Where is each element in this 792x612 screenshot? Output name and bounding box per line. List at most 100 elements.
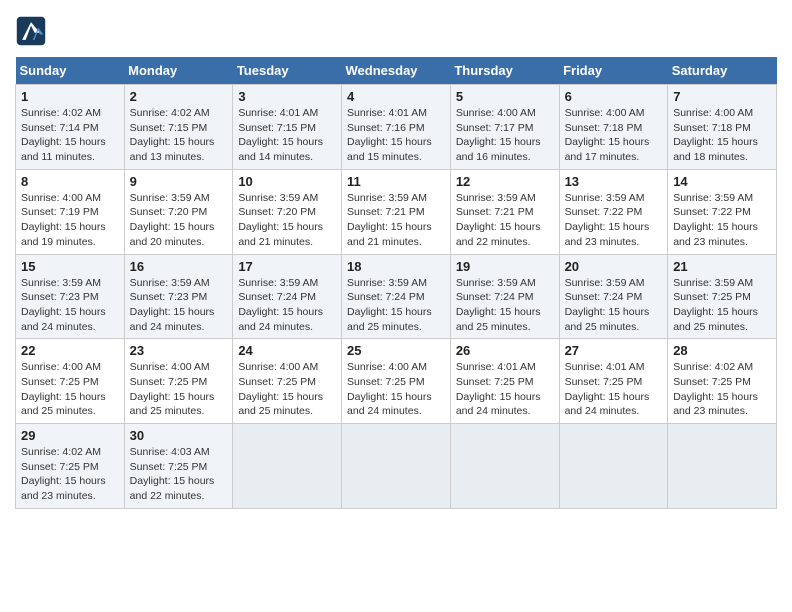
day-number: 17 <box>238 259 336 274</box>
calendar-cell: 25 Sunrise: 4:00 AMSunset: 7:25 PMDaylig… <box>342 339 451 424</box>
day-detail: Sunrise: 4:00 AMSunset: 7:18 PMDaylight:… <box>673 107 758 163</box>
day-detail: Sunrise: 3:59 AMSunset: 7:23 PMDaylight:… <box>21 277 106 333</box>
day-number: 14 <box>673 174 771 189</box>
calendar-cell: 28 Sunrise: 4:02 AMSunset: 7:25 PMDaylig… <box>668 339 777 424</box>
day-number: 27 <box>565 343 663 358</box>
header-monday: Monday <box>124 57 233 85</box>
calendar-cell: 4 Sunrise: 4:01 AMSunset: 7:16 PMDayligh… <box>342 85 451 170</box>
calendar-cell: 26 Sunrise: 4:01 AMSunset: 7:25 PMDaylig… <box>450 339 559 424</box>
calendar-cell <box>668 424 777 509</box>
calendar-cell: 23 Sunrise: 4:00 AMSunset: 7:25 PMDaylig… <box>124 339 233 424</box>
calendar-table: SundayMondayTuesdayWednesdayThursdayFrid… <box>15 57 777 509</box>
calendar-cell: 21 Sunrise: 3:59 AMSunset: 7:25 PMDaylig… <box>668 254 777 339</box>
calendar-cell: 8 Sunrise: 4:00 AMSunset: 7:19 PMDayligh… <box>16 169 125 254</box>
day-detail: Sunrise: 4:00 AMSunset: 7:25 PMDaylight:… <box>21 361 106 417</box>
day-detail: Sunrise: 4:02 AMSunset: 7:15 PMDaylight:… <box>130 107 215 163</box>
day-number: 19 <box>456 259 554 274</box>
calendar-cell: 20 Sunrise: 3:59 AMSunset: 7:24 PMDaylig… <box>559 254 668 339</box>
day-number: 9 <box>130 174 228 189</box>
week-row-2: 8 Sunrise: 4:00 AMSunset: 7:19 PMDayligh… <box>16 169 777 254</box>
day-detail: Sunrise: 3:59 AMSunset: 7:25 PMDaylight:… <box>673 277 758 333</box>
calendar-cell: 29 Sunrise: 4:02 AMSunset: 7:25 PMDaylig… <box>16 424 125 509</box>
header-row: SundayMondayTuesdayWednesdayThursdayFrid… <box>16 57 777 85</box>
calendar-cell: 27 Sunrise: 4:01 AMSunset: 7:25 PMDaylig… <box>559 339 668 424</box>
calendar-cell: 14 Sunrise: 3:59 AMSunset: 7:22 PMDaylig… <box>668 169 777 254</box>
calendar-cell <box>342 424 451 509</box>
week-row-4: 22 Sunrise: 4:00 AMSunset: 7:25 PMDaylig… <box>16 339 777 424</box>
day-detail: Sunrise: 4:01 AMSunset: 7:25 PMDaylight:… <box>565 361 650 417</box>
calendar-cell: 7 Sunrise: 4:00 AMSunset: 7:18 PMDayligh… <box>668 85 777 170</box>
day-number: 29 <box>21 428 119 443</box>
day-number: 21 <box>673 259 771 274</box>
day-number: 30 <box>130 428 228 443</box>
day-number: 6 <box>565 89 663 104</box>
day-detail: Sunrise: 3:59 AMSunset: 7:22 PMDaylight:… <box>673 192 758 248</box>
day-number: 15 <box>21 259 119 274</box>
calendar-cell: 19 Sunrise: 3:59 AMSunset: 7:24 PMDaylig… <box>450 254 559 339</box>
page-header <box>15 15 777 47</box>
day-detail: Sunrise: 3:59 AMSunset: 7:23 PMDaylight:… <box>130 277 215 333</box>
day-number: 20 <box>565 259 663 274</box>
day-detail: Sunrise: 3:59 AMSunset: 7:24 PMDaylight:… <box>238 277 323 333</box>
calendar-cell: 18 Sunrise: 3:59 AMSunset: 7:24 PMDaylig… <box>342 254 451 339</box>
day-number: 13 <box>565 174 663 189</box>
day-number: 18 <box>347 259 445 274</box>
calendar-cell: 10 Sunrise: 3:59 AMSunset: 7:20 PMDaylig… <box>233 169 342 254</box>
day-detail: Sunrise: 3:59 AMSunset: 7:24 PMDaylight:… <box>347 277 432 333</box>
day-number: 16 <box>130 259 228 274</box>
calendar-cell <box>233 424 342 509</box>
day-detail: Sunrise: 4:02 AMSunset: 7:25 PMDaylight:… <box>673 361 758 417</box>
calendar-cell: 5 Sunrise: 4:00 AMSunset: 7:17 PMDayligh… <box>450 85 559 170</box>
calendar-cell: 6 Sunrise: 4:00 AMSunset: 7:18 PMDayligh… <box>559 85 668 170</box>
day-number: 10 <box>238 174 336 189</box>
day-number: 4 <box>347 89 445 104</box>
day-detail: Sunrise: 4:00 AMSunset: 7:25 PMDaylight:… <box>347 361 432 417</box>
calendar-cell: 12 Sunrise: 3:59 AMSunset: 7:21 PMDaylig… <box>450 169 559 254</box>
day-detail: Sunrise: 4:01 AMSunset: 7:16 PMDaylight:… <box>347 107 432 163</box>
day-detail: Sunrise: 3:59 AMSunset: 7:22 PMDaylight:… <box>565 192 650 248</box>
calendar-cell: 24 Sunrise: 4:00 AMSunset: 7:25 PMDaylig… <box>233 339 342 424</box>
calendar-cell: 15 Sunrise: 3:59 AMSunset: 7:23 PMDaylig… <box>16 254 125 339</box>
header-wednesday: Wednesday <box>342 57 451 85</box>
day-number: 2 <box>130 89 228 104</box>
week-row-5: 29 Sunrise: 4:02 AMSunset: 7:25 PMDaylig… <box>16 424 777 509</box>
calendar-cell: 22 Sunrise: 4:00 AMSunset: 7:25 PMDaylig… <box>16 339 125 424</box>
day-detail: Sunrise: 4:00 AMSunset: 7:25 PMDaylight:… <box>238 361 323 417</box>
day-detail: Sunrise: 3:59 AMSunset: 7:20 PMDaylight:… <box>130 192 215 248</box>
day-number: 5 <box>456 89 554 104</box>
week-row-1: 1 Sunrise: 4:02 AMSunset: 7:14 PMDayligh… <box>16 85 777 170</box>
calendar-cell: 1 Sunrise: 4:02 AMSunset: 7:14 PMDayligh… <box>16 85 125 170</box>
calendar-cell: 17 Sunrise: 3:59 AMSunset: 7:24 PMDaylig… <box>233 254 342 339</box>
calendar-cell: 9 Sunrise: 3:59 AMSunset: 7:20 PMDayligh… <box>124 169 233 254</box>
day-detail: Sunrise: 4:02 AMSunset: 7:14 PMDaylight:… <box>21 107 106 163</box>
day-number: 7 <box>673 89 771 104</box>
header-saturday: Saturday <box>668 57 777 85</box>
day-detail: Sunrise: 4:02 AMSunset: 7:25 PMDaylight:… <box>21 446 106 502</box>
day-number: 1 <box>21 89 119 104</box>
day-number: 22 <box>21 343 119 358</box>
calendar-cell: 13 Sunrise: 3:59 AMSunset: 7:22 PMDaylig… <box>559 169 668 254</box>
day-detail: Sunrise: 3:59 AMSunset: 7:21 PMDaylight:… <box>456 192 541 248</box>
day-detail: Sunrise: 4:03 AMSunset: 7:25 PMDaylight:… <box>130 446 215 502</box>
day-number: 11 <box>347 174 445 189</box>
day-detail: Sunrise: 3:59 AMSunset: 7:24 PMDaylight:… <box>565 277 650 333</box>
day-number: 28 <box>673 343 771 358</box>
header-sunday: Sunday <box>16 57 125 85</box>
day-detail: Sunrise: 3:59 AMSunset: 7:20 PMDaylight:… <box>238 192 323 248</box>
calendar-cell: 30 Sunrise: 4:03 AMSunset: 7:25 PMDaylig… <box>124 424 233 509</box>
logo <box>15 15 53 47</box>
day-number: 26 <box>456 343 554 358</box>
calendar-cell: 11 Sunrise: 3:59 AMSunset: 7:21 PMDaylig… <box>342 169 451 254</box>
header-thursday: Thursday <box>450 57 559 85</box>
calendar-cell: 16 Sunrise: 3:59 AMSunset: 7:23 PMDaylig… <box>124 254 233 339</box>
day-detail: Sunrise: 4:01 AMSunset: 7:15 PMDaylight:… <box>238 107 323 163</box>
day-detail: Sunrise: 3:59 AMSunset: 7:21 PMDaylight:… <box>347 192 432 248</box>
day-detail: Sunrise: 4:00 AMSunset: 7:19 PMDaylight:… <box>21 192 106 248</box>
day-number: 3 <box>238 89 336 104</box>
day-number: 12 <box>456 174 554 189</box>
header-friday: Friday <box>559 57 668 85</box>
calendar-cell: 3 Sunrise: 4:01 AMSunset: 7:15 PMDayligh… <box>233 85 342 170</box>
day-number: 25 <box>347 343 445 358</box>
day-number: 24 <box>238 343 336 358</box>
day-detail: Sunrise: 4:00 AMSunset: 7:25 PMDaylight:… <box>130 361 215 417</box>
